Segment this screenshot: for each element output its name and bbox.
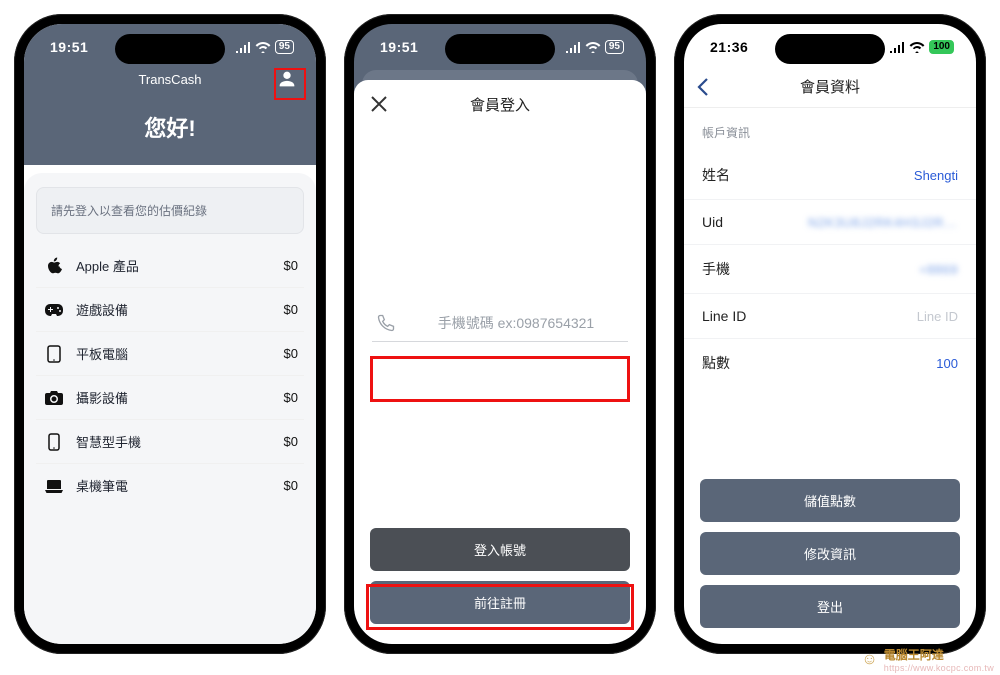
app-title: TransCash [138, 72, 201, 87]
section-label: 帳戶資訊 [684, 108, 976, 151]
info-row-points: 點數 100 [684, 339, 976, 387]
wifi-icon [585, 41, 601, 53]
phone-icon [42, 433, 66, 451]
status-time: 21:36 [710, 39, 748, 55]
category-row[interactable]: 桌機筆電 $0 [36, 464, 304, 507]
status-time: 19:51 [50, 39, 88, 55]
category-amount: $0 [284, 434, 298, 449]
topup-button[interactable]: 儲值點數 [700, 479, 960, 522]
phone-input-row[interactable] [372, 305, 628, 342]
status-time: 19:51 [380, 39, 418, 55]
phone-mock-2: 19:51 95 會員登入 [344, 14, 656, 654]
profile-button[interactable] [276, 68, 300, 92]
greeting-text: 您好! [24, 93, 316, 147]
tablet-icon [42, 345, 66, 363]
category-amount: $0 [284, 390, 298, 405]
category-label: 攝影設備 [76, 388, 128, 407]
page-title: 會員資料 [696, 76, 964, 97]
dynamic-island [445, 34, 555, 64]
battery-indicator: 95 [275, 40, 294, 54]
category-label: 桌機筆電 [76, 476, 128, 495]
category-label: 智慧型手機 [76, 432, 141, 451]
category-amount: $0 [284, 478, 298, 493]
edit-info-button[interactable]: 修改資訊 [700, 532, 960, 575]
category-row[interactable]: Apple 產品 $0 [36, 244, 304, 288]
info-row-uid: Uid N2K3U8J2RK4H3J2R9T0Qe4c5u6t [684, 200, 976, 245]
sheet-title: 會員登入 [370, 94, 630, 115]
category-row[interactable]: 平板電腦 $0 [36, 332, 304, 376]
category-amount: $0 [284, 302, 298, 317]
signal-icon [889, 42, 905, 53]
watermark: ☺ 電腦王阿達 https://www.kocpc.com.tw [861, 646, 994, 673]
phone-number-input[interactable] [408, 315, 624, 331]
login-hint-banner[interactable]: 請先登入以查看您的估價紀錄 [36, 187, 304, 234]
category-amount: $0 [284, 346, 298, 361]
signal-icon [235, 42, 251, 53]
phone-mock-1: 19:51 95 TransCash 您好! 請先登 [14, 14, 326, 654]
category-label: 平板電腦 [76, 344, 128, 363]
info-row-name: 姓名 Shengti [684, 151, 976, 200]
logout-button[interactable]: 登出 [700, 585, 960, 628]
category-label: Apple 產品 [76, 256, 139, 275]
dynamic-island [115, 34, 225, 64]
dynamic-island [775, 34, 885, 64]
category-row[interactable]: 智慧型手機 $0 [36, 420, 304, 464]
battery-indicator: 95 [605, 40, 624, 54]
watermark-url: https://www.kocpc.com.tw [884, 663, 994, 673]
register-button[interactable]: 前往註冊 [370, 581, 630, 624]
watermark-logo-icon: ☺ [861, 651, 877, 669]
watermark-text: 電腦王阿達 [884, 648, 944, 662]
category-row[interactable]: 遊戲設備 $0 [36, 288, 304, 332]
info-row-mobile: 手機 +8869 [684, 245, 976, 294]
wifi-icon [909, 41, 925, 53]
apple-icon [42, 257, 66, 275]
phone-mock-3: 21:36 100 會員資料 帳戶資訊 姓名 Shengti Uid [674, 14, 986, 654]
gamepad-icon [42, 303, 66, 317]
category-amount: $0 [284, 258, 298, 273]
wifi-icon [255, 41, 271, 53]
login-button[interactable]: 登入帳號 [370, 528, 630, 571]
camera-icon [42, 391, 66, 405]
laptop-icon [42, 479, 66, 493]
battery-indicator: 100 [929, 40, 954, 54]
phone-icon [376, 313, 398, 333]
category-row[interactable]: 攝影設備 $0 [36, 376, 304, 420]
signal-icon [565, 42, 581, 53]
category-label: 遊戲設備 [76, 300, 128, 319]
info-row-lineid: Line ID Line ID [684, 294, 976, 339]
